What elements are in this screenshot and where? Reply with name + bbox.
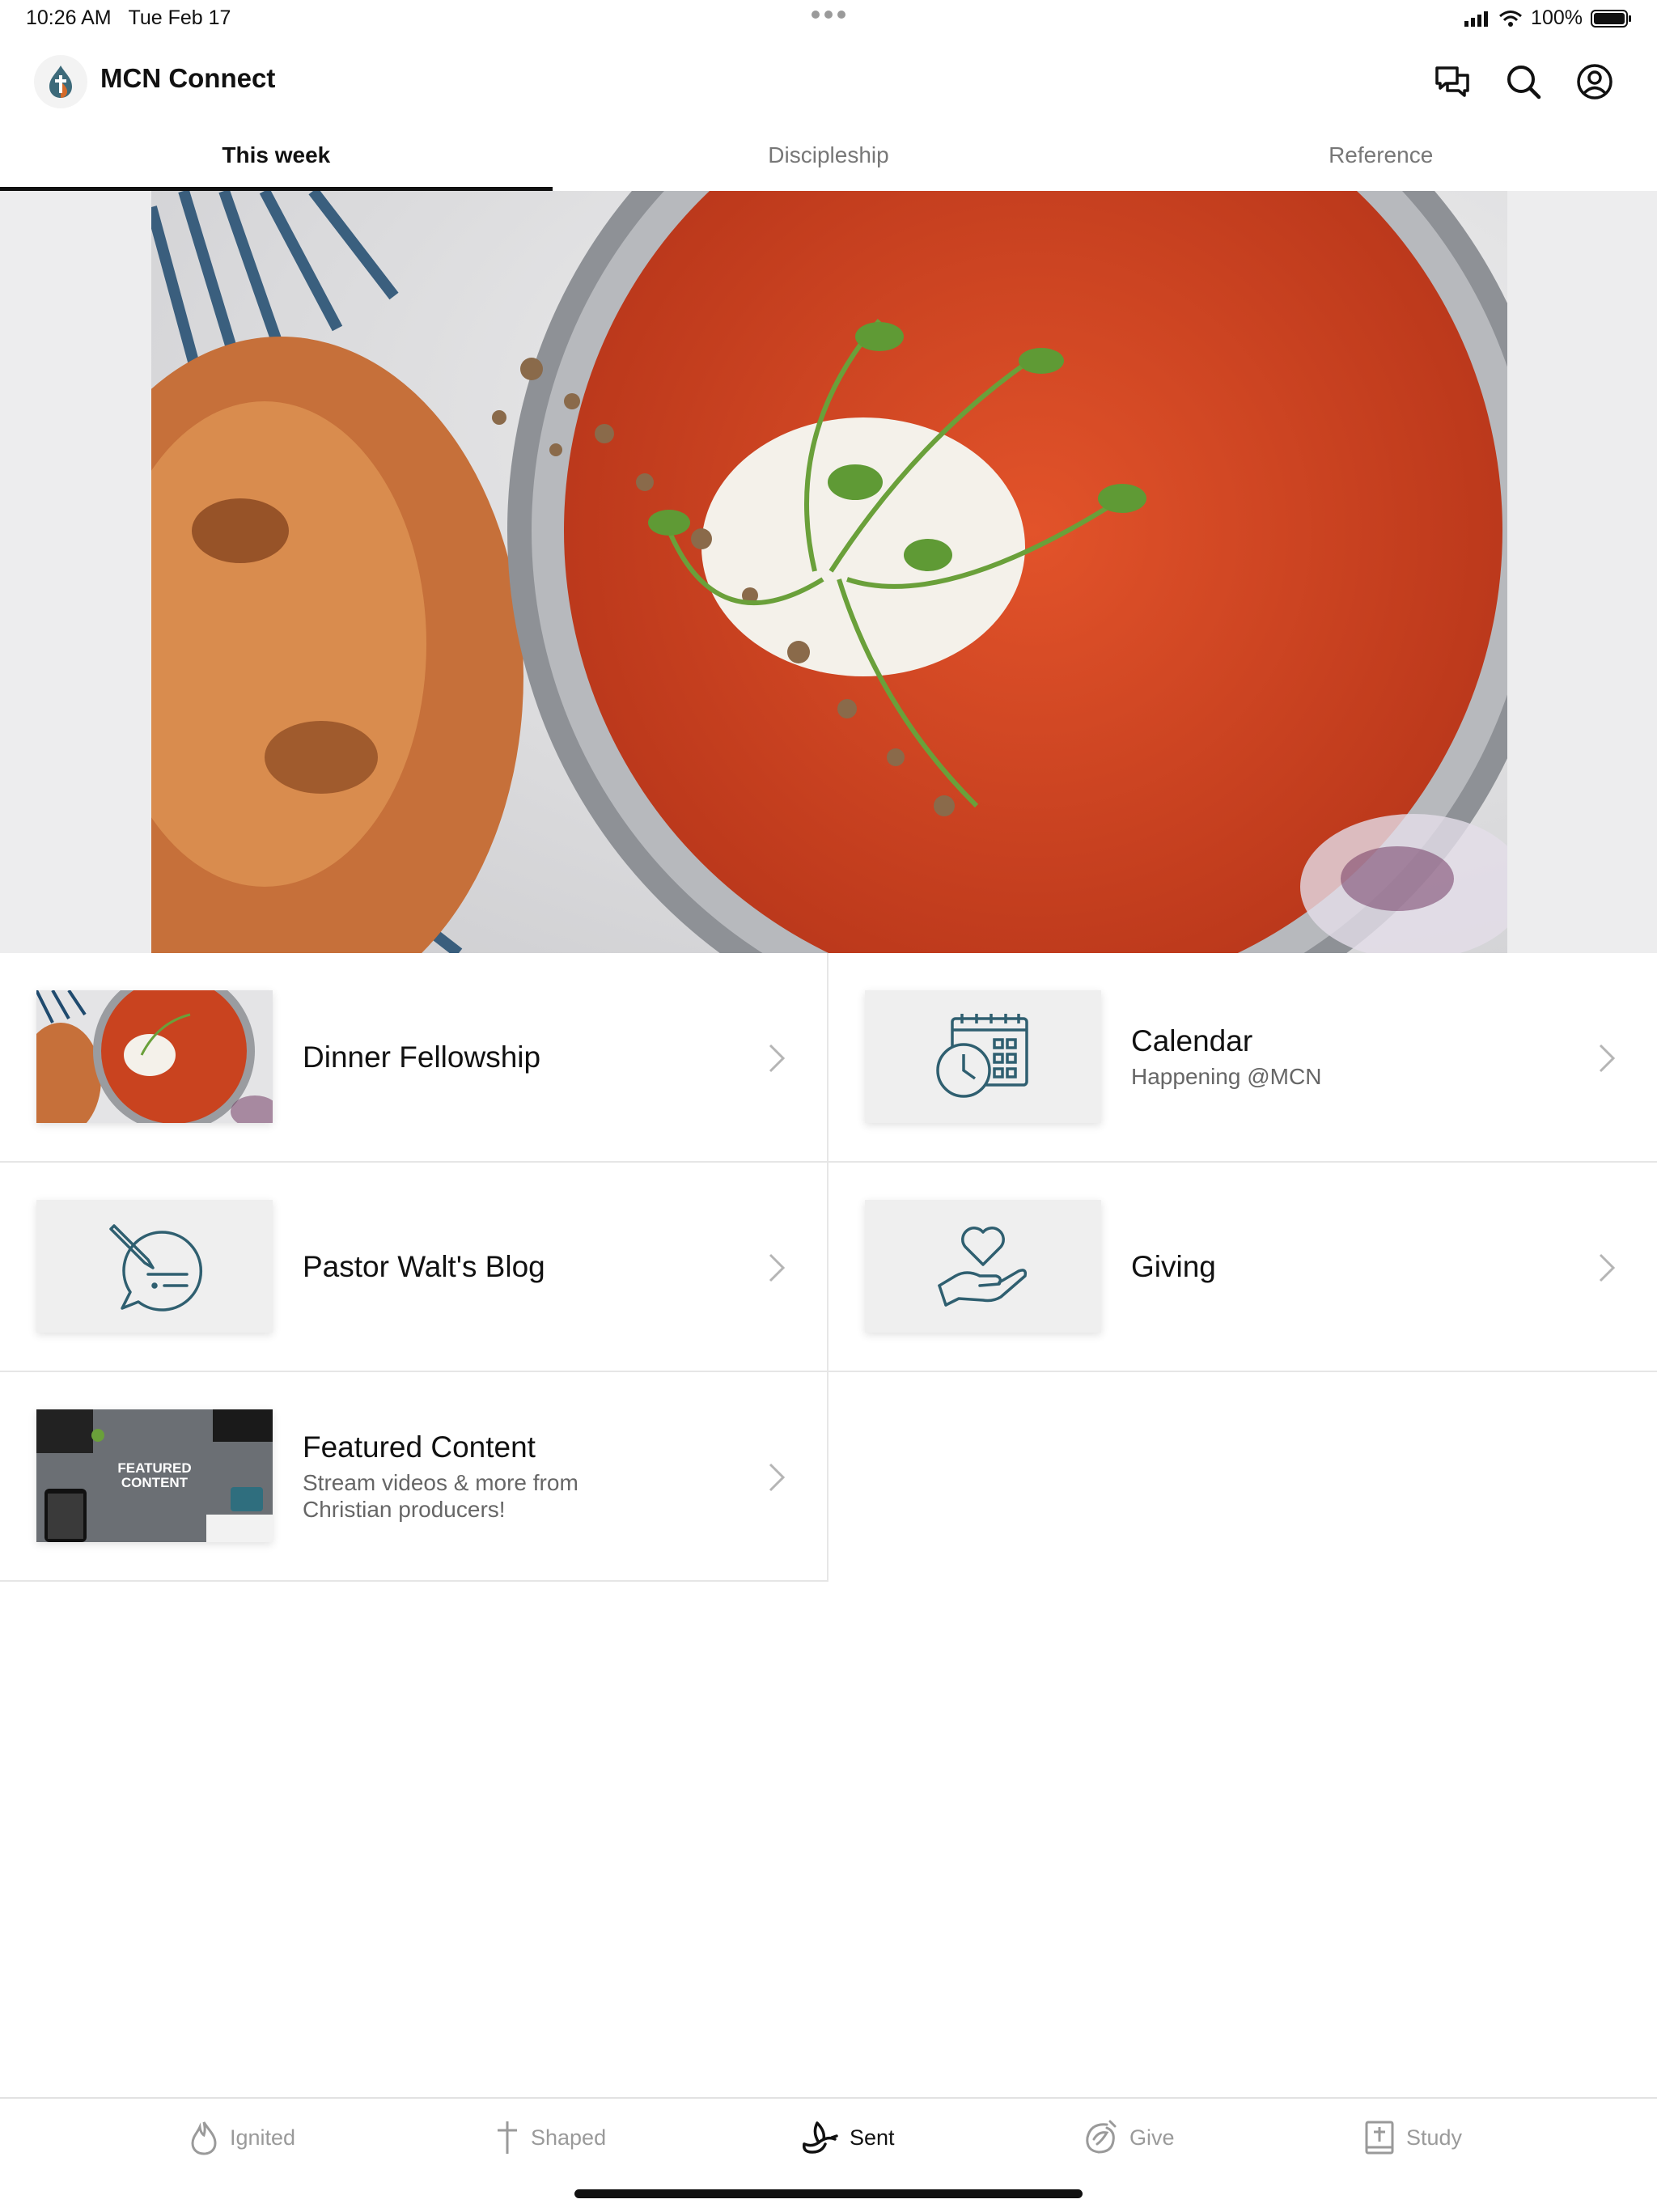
profile-button[interactable] bbox=[1571, 58, 1618, 105]
home-indicator[interactable] bbox=[574, 2189, 1083, 2198]
card-subtitle: Happening @MCN bbox=[1131, 1064, 1322, 1089]
nav-label: Sent bbox=[850, 2125, 895, 2150]
tab-discipleship[interactable]: Discipleship bbox=[553, 121, 1105, 191]
blog-pencil-icon bbox=[109, 1224, 203, 1312]
status-right: 100% bbox=[1464, 6, 1633, 30]
chevron-right-icon bbox=[1599, 1044, 1616, 1073]
give-icon bbox=[1086, 2120, 1117, 2154]
search-icon bbox=[1507, 66, 1541, 100]
chat-icon bbox=[1435, 66, 1469, 97]
app-logo bbox=[34, 55, 87, 108]
nav-give[interactable]: Give bbox=[1083, 2120, 1175, 2155]
nav-ignited[interactable]: Ignited bbox=[189, 2120, 295, 2155]
featured-content-thumbnail: FEATURED CONTENT bbox=[36, 1409, 273, 1542]
nav-label: Study bbox=[1406, 2125, 1463, 2150]
nav-label: Give bbox=[1129, 2125, 1175, 2150]
calendar-thumbnail bbox=[865, 990, 1101, 1123]
wifi-icon bbox=[1499, 10, 1523, 27]
status-clock: 10:26 AM bbox=[26, 6, 112, 29]
card-title: Pastor Walt's Blog bbox=[303, 1249, 545, 1283]
multitasking-dots[interactable] bbox=[809, 8, 848, 23]
cross-icon bbox=[498, 2121, 517, 2154]
card-dinner-fellowship[interactable]: Dinner Fellowship bbox=[0, 953, 828, 1163]
soup-thumb-image bbox=[36, 990, 273, 1123]
top-tabs: This week Discipleship Reference bbox=[0, 121, 1657, 191]
heart-hand-icon bbox=[938, 1227, 1028, 1307]
signal-icon bbox=[1464, 11, 1489, 27]
card-title: Featured Content bbox=[303, 1430, 536, 1464]
hero-image[interactable] bbox=[151, 191, 1507, 953]
chevron-right-icon bbox=[769, 1044, 786, 1073]
messages-button[interactable] bbox=[1429, 58, 1476, 105]
nav-label: Shaped bbox=[531, 2125, 607, 2150]
card-featured-content[interactable]: FEATURED CONTENT Featured Content Stream… bbox=[0, 1372, 828, 1582]
app-header: MCN Connect bbox=[0, 39, 1657, 120]
dove-icon bbox=[802, 2121, 838, 2154]
chevron-right-icon bbox=[1599, 1253, 1616, 1282]
featured-thumb-text: FEATURED CONTENT bbox=[117, 1460, 192, 1490]
calendar-clock-icon bbox=[936, 1014, 1028, 1098]
chevron-right-icon bbox=[769, 1463, 786, 1492]
nav-study[interactable]: Study bbox=[1364, 2120, 1462, 2155]
blog-thumbnail bbox=[36, 1200, 273, 1333]
status-date: Tue Feb 17 bbox=[128, 6, 231, 29]
nav-label: Ignited bbox=[230, 2125, 296, 2150]
dinner-fellowship-thumbnail bbox=[36, 990, 273, 1123]
app-title: MCN Connect bbox=[100, 63, 276, 93]
status-time: 10:26 AM Tue Feb 17 bbox=[26, 6, 231, 30]
card-calendar[interactable]: Calendar Happening @MCN bbox=[828, 953, 1657, 1163]
profile-icon bbox=[1577, 64, 1613, 100]
giving-thumbnail bbox=[865, 1200, 1101, 1333]
card-subtitle: Stream videos & more from Christian prod… bbox=[303, 1469, 578, 1522]
status-bar: 10:26 AM Tue Feb 17 100% bbox=[0, 0, 1657, 39]
card-title: Giving bbox=[1131, 1249, 1216, 1283]
card-pastor-blog[interactable]: Pastor Walt's Blog bbox=[0, 1163, 828, 1372]
tab-reference[interactable]: Reference bbox=[1104, 121, 1657, 191]
soup-photo bbox=[151, 191, 1507, 953]
battery-percent: 100% bbox=[1531, 6, 1583, 29]
flame-icon bbox=[191, 2121, 217, 2155]
nav-shaped[interactable]: Shaped bbox=[495, 2120, 606, 2155]
nav-sent[interactable]: Sent bbox=[801, 2120, 895, 2155]
card-giving[interactable]: Giving bbox=[828, 1163, 1657, 1372]
bible-icon bbox=[1365, 2121, 1394, 2155]
card-title: Dinner Fellowship bbox=[303, 1040, 541, 1074]
card-title: Calendar bbox=[1131, 1024, 1253, 1057]
search-button[interactable] bbox=[1500, 58, 1547, 105]
battery-icon bbox=[1591, 9, 1631, 28]
flame-logo-icon bbox=[49, 66, 72, 98]
chevron-right-icon bbox=[769, 1253, 786, 1282]
tab-this-week[interactable]: This week bbox=[0, 121, 553, 191]
